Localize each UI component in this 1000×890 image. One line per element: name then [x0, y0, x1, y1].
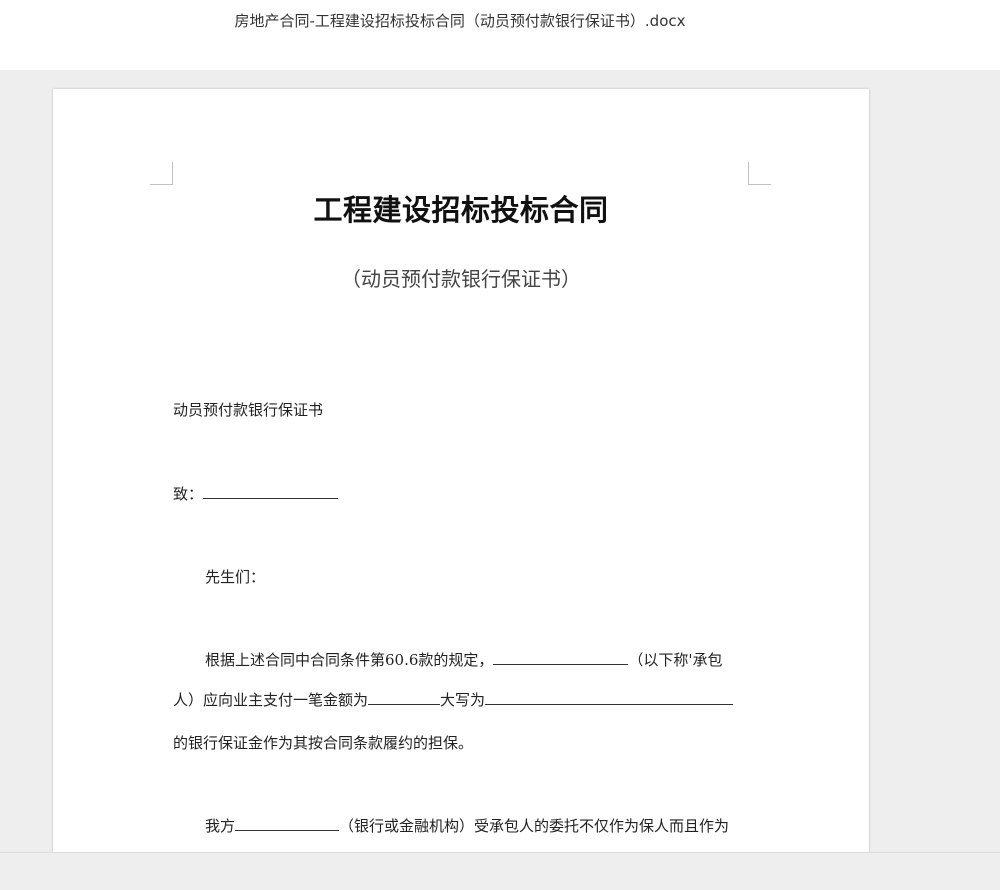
paragraph-2-line-1: 我方 （银行或金融机构）受承包人的委托不仅作为保人而且作为 [205, 816, 729, 836]
paragraph-1-text-c: 人）应向业主支付一笔金额为 [173, 691, 369, 709]
amount-words-blank [485, 690, 734, 705]
paragraph-2-text-b: （银行或金融机构）受承包人的委托不仅作为保人而且作为 [339, 817, 730, 835]
recipient-blank [203, 484, 339, 499]
document-viewer[interactable]: 工程建设招标投标合同 （动员预付款银行保证书） 动员预付款银行保证书 致： 先生… [0, 70, 1000, 852]
document-page: 工程建设招标投标合同 （动员预付款银行保证书） 动员预付款银行保证书 致： 先生… [53, 89, 869, 852]
section-heading: 动员预付款银行保证书 [173, 400, 323, 420]
paragraph-2-text-a: 我方 [205, 817, 236, 835]
title-bar: 房地产合同-工程建设招标投标合同（动员预付款银行保证书）.docx [0, 0, 1000, 70]
document-subtitle: （动员预付款银行保证书） [341, 267, 581, 291]
section-heading-text: 动员预付款银行保证书 [173, 401, 324, 419]
bottom-divider [0, 852, 1000, 853]
contractor-blank [493, 650, 629, 665]
bottom-bar [0, 852, 1000, 890]
paragraph-1-line-2: 人）应向业主支付一笔金额为 大写为 [173, 690, 734, 710]
margin-corner-left [150, 162, 173, 185]
paragraph-1-text-b: （以下称'承包 [628, 651, 723, 669]
paragraph-1-line-3: 的银行保证金作为其按合同条款履约的担保。 [173, 733, 473, 753]
margin-corner-right [748, 162, 771, 185]
salutation-text: 先生们： [205, 568, 266, 586]
paragraph-1-line-1: 根据上述合同中合同条件第60.6款的规定， （以下称'承包 [205, 650, 723, 670]
recipient-line: 致： [173, 484, 339, 504]
to-label: 致： [173, 485, 204, 503]
file-title: 房地产合同-工程建设招标投标合同（动员预付款银行保证书）.docx [234, 12, 686, 30]
paragraph-1-text-e: 的银行保证金作为其按合同条款履约的担保。 [173, 734, 474, 752]
amount-blank [368, 690, 441, 705]
salutation-line: 先生们： [205, 567, 265, 587]
paragraph-1-text-d: 大写为 [440, 691, 486, 709]
paragraph-1-text-a: 根据上述合同中合同条件第60.6款的规定， [205, 651, 494, 669]
bank-blank [235, 816, 340, 831]
document-title: 工程建设招标投标合同 [313, 193, 609, 227]
